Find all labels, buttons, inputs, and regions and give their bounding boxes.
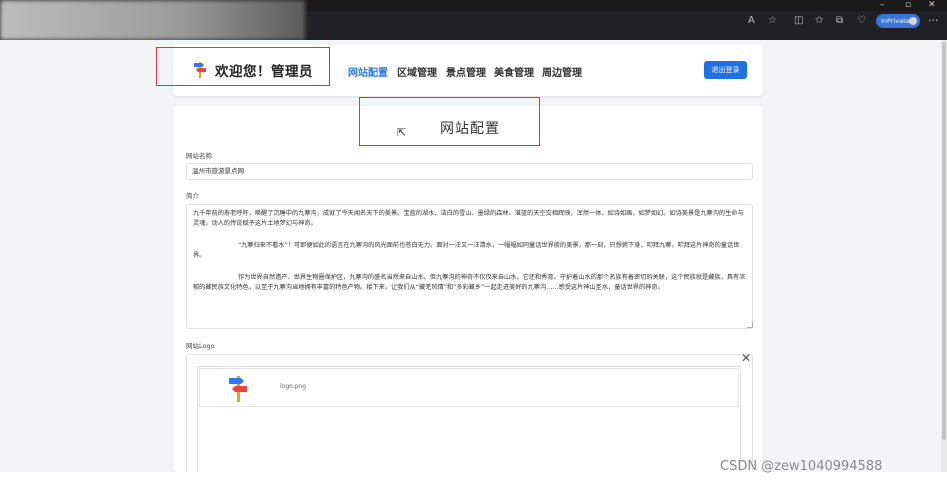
logo-thumbnail-icon [229, 376, 247, 402]
site-name-input[interactable]: 温州市旅游景点网 [186, 163, 753, 180]
inprivate-badge[interactable]: InPrivate [876, 14, 920, 28]
mouse-cursor-icon: ⇱ [397, 126, 407, 139]
more-menu-icon[interactable]: ··· [928, 14, 939, 27]
intro-paragraph-3: 作为世界自然遗产、世界生物圈保护区，九寨沟的盛名当然来自山水。但九寨沟的神奇不仅… [193, 274, 746, 291]
extensions-icon[interactable]: ♡ [857, 16, 866, 26]
highlight-box-section [359, 97, 540, 146]
nav-scenic-management[interactable]: 景点管理 [446, 64, 486, 79]
split-screen-icon[interactable]: ◫ [794, 16, 803, 26]
maximize-icon[interactable]: ▫ [905, 1, 911, 10]
uploaded-file-name: logo.png [280, 383, 307, 390]
scrollbar-thumb[interactable] [942, 42, 946, 440]
logo-label: 网站Logo [186, 342, 215, 350]
nav-site-config[interactable]: 网站配置 [348, 64, 388, 79]
inprivate-label: InPrivate [881, 17, 910, 25]
close-window-icon[interactable]: ✕ [928, 1, 936, 10]
blurred-tab-area [0, 0, 305, 40]
nav-food-management[interactable]: 美食管理 [494, 64, 534, 79]
minimize-icon[interactable]: – [880, 1, 885, 10]
textarea-resize-handle[interactable] [747, 322, 753, 328]
browser-chrome: – ▫ ✕ A ☆ ◫ ✩ ⧉ ♡ InPrivate ··· [0, 0, 947, 40]
intro-textarea[interactable]: 九千年前的寿老呼吁，唤醒了沉睡中的九寨沟，成就了今天闻名天下的美景。宝蓝的湖水、… [186, 204, 753, 329]
profile-avatar [909, 17, 917, 25]
collections-icon[interactable]: ⧉ [836, 16, 843, 26]
favorite-star-icon[interactable]: ☆ [768, 16, 777, 26]
read-aloud-icon[interactable]: A [748, 16, 755, 26]
csdn-watermark: CSDN @zew1040994588 [720, 459, 883, 474]
nav-surroundings-management[interactable]: 周边管理 [542, 64, 582, 79]
logout-button[interactable]: 退出登录 [704, 61, 747, 79]
close-icon[interactable]: ✕ [741, 352, 751, 364]
favorites-icon[interactable]: ✩ [815, 16, 823, 26]
intro-paragraph-1: 九千年前的寿老呼吁，唤醒了沉睡中的九寨沟，成就了今天闻名天下的美景。宝蓝的湖水、… [193, 210, 744, 227]
highlight-box-title [156, 47, 330, 86]
site-name-label: 网站名称 [186, 152, 212, 160]
nav-region-management[interactable]: 区域管理 [397, 64, 437, 79]
vertical-scrollbar[interactable] [941, 40, 947, 472]
intro-paragraph-2: “九寨归来不看水”！可即便如此的语言在九寨沟的风光面前也苍白无力。面对一汪又一汪… [193, 242, 740, 259]
intro-label: 简介 [186, 192, 199, 200]
